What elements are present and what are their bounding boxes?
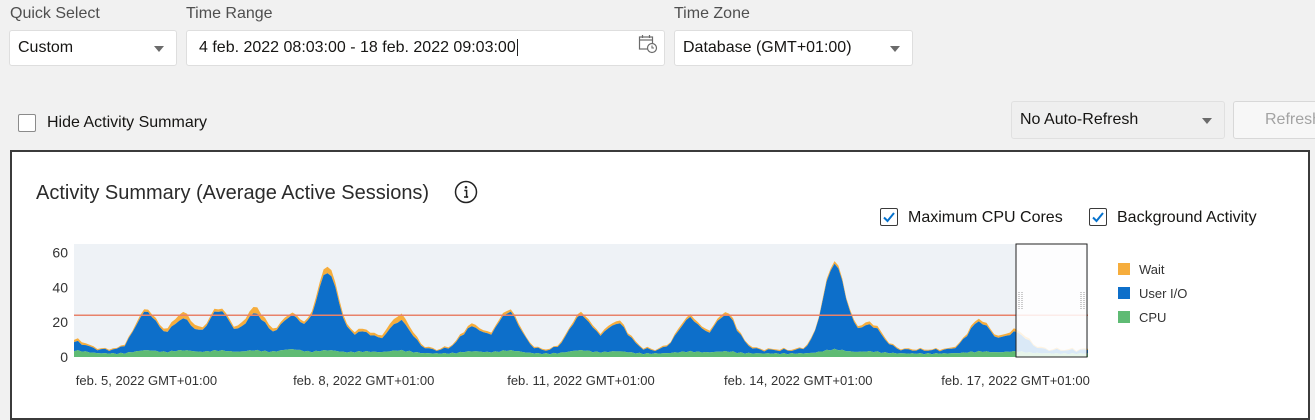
refresh-button[interactable]: Refresh	[1233, 101, 1315, 139]
hide-summary-checkbox[interactable]	[18, 114, 36, 132]
panel-title: Activity Summary (Average Active Session…	[36, 182, 430, 204]
quick-select-dropdown[interactable]: Custom	[9, 30, 177, 66]
max-cpu-cores-label: Maximum CPU Cores	[908, 209, 1063, 226]
time-range-value: 4 feb. 2022 08:03:00 - 18 feb. 2022 09:0…	[199, 39, 516, 56]
calendar-clock-icon[interactable]	[638, 33, 658, 67]
chevron-down-icon	[890, 46, 900, 52]
chevron-down-icon	[154, 46, 164, 52]
chevron-down-icon	[1202, 118, 1212, 124]
quick-select-label: Quick Select	[10, 5, 100, 22]
time-zone-value: Database (GMT+01:00)	[683, 39, 852, 56]
background-activity-label: Background Activity	[1117, 209, 1257, 226]
info-icon[interactable]	[454, 180, 478, 209]
legend-label-wait[interactable]: Wait	[1139, 262, 1165, 277]
max-cpu-cores-checkbox[interactable]	[880, 208, 898, 226]
legend-swatch-user-io	[1118, 287, 1130, 299]
legend-swatch-wait	[1118, 263, 1130, 275]
activity-summary-panel: Activity Summary (Average Active Session…	[10, 150, 1310, 420]
checkmark-icon	[1092, 212, 1104, 223]
auto-refresh-dropdown[interactable]: No Auto-Refresh	[1011, 101, 1225, 139]
checkmark-icon	[883, 212, 895, 223]
time-zone-label: Time Zone	[674, 5, 750, 22]
auto-refresh-value: No Auto-Refresh	[1020, 111, 1139, 128]
quick-select-value: Custom	[18, 39, 74, 56]
background-activity-checkbox[interactable]	[1089, 208, 1107, 226]
time-zone-dropdown[interactable]: Database (GMT+01:00)	[674, 30, 913, 66]
legend-label-user-io[interactable]: User I/O	[1139, 286, 1187, 301]
legend-swatch-cpu	[1118, 311, 1130, 323]
time-range-label: Time Range	[186, 5, 273, 22]
hide-summary-label: Hide Activity Summary	[47, 114, 208, 131]
legend-label-cpu[interactable]: CPU	[1139, 310, 1166, 325]
refresh-label: Refresh	[1265, 111, 1315, 128]
time-range-input[interactable]: 4 feb. 2022 08:03:00 - 18 feb. 2022 09:0…	[186, 30, 665, 66]
